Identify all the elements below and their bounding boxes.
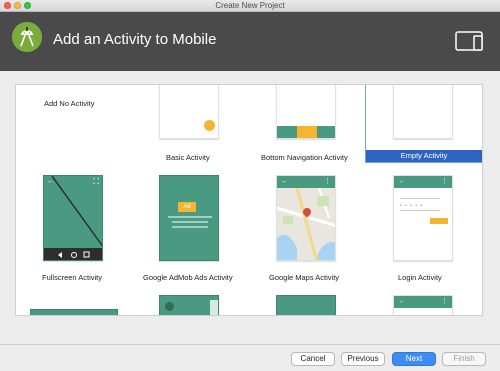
ad-line — [172, 221, 208, 223]
finish-button[interactable]: Finish — [442, 352, 486, 366]
ad-line — [168, 216, 212, 218]
tile-label-login-activity: Login Activity — [398, 273, 442, 282]
fullscreen-icon: ⛶ — [93, 177, 99, 186]
overflow-menu-icon: ⋮ — [441, 178, 448, 185]
bottom-nav-thumbnail — [276, 85, 336, 139]
maps-thumbnail: ← ⋮ — [276, 175, 336, 261]
ad-line — [172, 226, 208, 228]
row3-app-bar: ← ⋮ — [394, 296, 452, 308]
sign-in-button-graphic — [430, 218, 448, 224]
tile-label-basic-activity: Basic Activity — [166, 153, 210, 162]
overflow-menu-icon: ⋮ — [441, 298, 448, 305]
ad-badge: Ad — [178, 202, 196, 212]
admob-thumbnail: Ad — [159, 175, 219, 261]
cancel-button[interactable]: Cancel — [291, 352, 335, 366]
maps-app-bar: ← ⋮ — [277, 176, 335, 188]
drawer-edge — [210, 300, 218, 315]
basic-activity-thumbnail — [159, 85, 219, 139]
arrow-left-icon: ← — [47, 178, 54, 185]
tile-label-google-admob-ads-activity: Google AdMob Ads Activity — [143, 273, 233, 282]
title-bar: Create New Project — [0, 0, 500, 12]
bottom-nav-bar — [277, 126, 335, 138]
create-new-project-window: Create New Project Add an Activity to Mo… — [0, 0, 500, 371]
login-thumbnail: ← ⋮ • • • • • — [393, 175, 453, 261]
tile-label-bottom-navigation-activity: Bottom Navigation Activity — [261, 153, 348, 162]
previous-button[interactable]: Previous — [341, 352, 385, 366]
tile-label-google-maps-activity: Google Maps Activity — [269, 273, 340, 282]
row3-thumbnail-3 — [276, 295, 336, 315]
password-field-line — [400, 210, 440, 211]
footer-divider — [0, 344, 500, 345]
window-title: Create New Project — [215, 1, 285, 10]
tile-label-add-no-activity: Add No Activity — [44, 99, 95, 108]
header-title: Add an Activity to Mobile — [53, 31, 217, 48]
tile-label-empty-activity: Empty Activity — [366, 150, 482, 162]
email-field-line — [400, 198, 440, 199]
arrow-left-icon: ← — [281, 178, 288, 185]
avatar-icon — [165, 302, 174, 311]
empty-activity-thumbnail — [393, 85, 453, 139]
row3-thumbnail-2 — [159, 295, 219, 315]
bottom-nav-selected-item — [297, 126, 317, 138]
overflow-menu-icon: ⋮ — [324, 178, 331, 185]
fab-icon — [204, 120, 215, 131]
wizard-header: Add an Activity to Mobile — [0, 12, 500, 71]
login-app-bar: ← ⋮ — [394, 176, 452, 188]
password-dots: • • • • • — [400, 203, 424, 209]
tile-label-fullscreen-activity: Fullscreen Activity — [42, 273, 103, 282]
row3-thumbnail-4: ← ⋮ — [393, 295, 453, 315]
activity-gallery[interactable]: Add No Activity Basic Activity Bottom Na… — [15, 84, 483, 316]
fullscreen-thumbnail: ← ⛶ — [43, 175, 103, 261]
map-graphic — [277, 188, 335, 260]
tablet-phone-icon — [455, 30, 485, 57]
next-button[interactable]: Next — [392, 352, 436, 366]
arrow-left-icon: ← — [398, 298, 405, 305]
row3-thumbnail-1 — [30, 309, 118, 315]
android-studio-icon — [12, 22, 42, 52]
arrow-left-icon: ← — [398, 178, 405, 185]
